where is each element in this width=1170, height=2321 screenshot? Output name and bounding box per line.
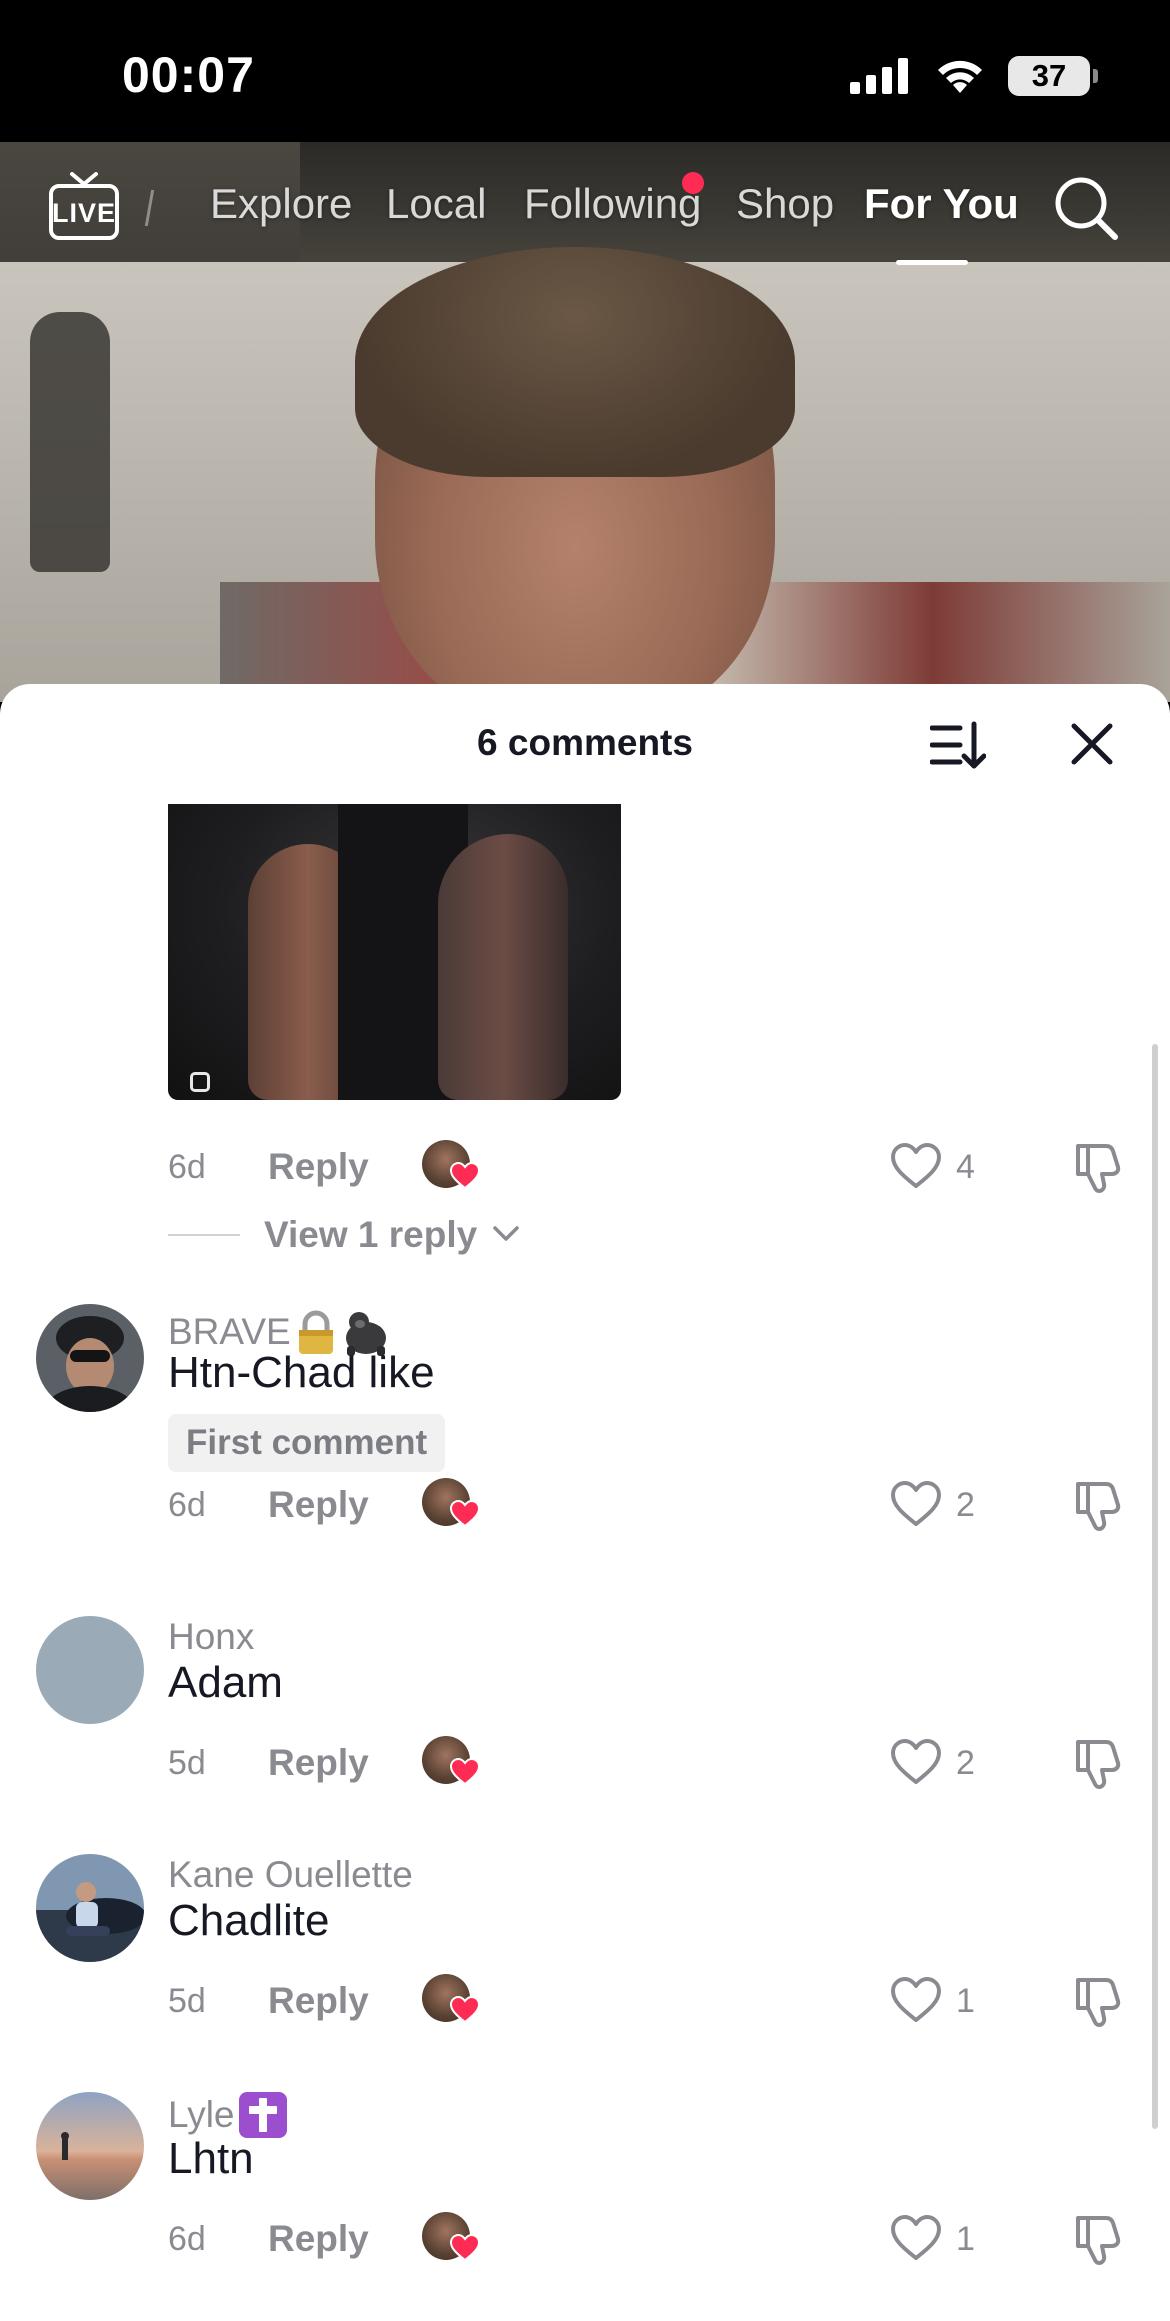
reply-button[interactable]: Reply: [268, 2218, 369, 2260]
creator-heart-icon: [450, 1996, 480, 2024]
active-tab-indicator: [896, 260, 968, 265]
reply-button[interactable]: Reply: [268, 1484, 369, 1526]
comments-count-title: 6 comments: [477, 722, 693, 763]
following-notification-dot: [682, 172, 704, 194]
comment-time: 6d: [168, 1486, 206, 1524]
status-icons: 37: [850, 56, 1098, 96]
tab-for-you[interactable]: For You: [864, 180, 1019, 228]
reply-button[interactable]: Reply: [268, 1980, 369, 2022]
comment-text: Lhtn: [168, 2134, 254, 2183]
like-heart-icon[interactable]: [890, 1480, 942, 1528]
comments-sheet: 6 comments 6d Reply 4 View 1 reply BRAVE…: [0, 684, 1170, 2321]
like-heart-icon[interactable]: [890, 1738, 942, 1786]
chevron-down-icon: [493, 1226, 519, 1241]
like-heart-icon[interactable]: [890, 2214, 942, 2262]
username-text: BRAVE: [168, 1311, 291, 1352]
comment-text: Htn-Chad like: [168, 1348, 435, 1397]
wall-silhouette-art: [30, 312, 110, 572]
creator-heart-icon: [450, 1162, 480, 1190]
comment-username[interactable]: Kane Ouellette: [168, 1854, 413, 1896]
avatar[interactable]: [36, 1304, 144, 1412]
comments-scrollbar[interactable]: [1152, 1044, 1158, 2129]
reply-button[interactable]: Reply: [268, 1146, 369, 1188]
nav-separator: [144, 190, 155, 226]
dislike-icon[interactable]: [1070, 1736, 1124, 1790]
comments-header: 6 comments: [0, 684, 1170, 802]
battery-indicator: 37: [1008, 56, 1098, 96]
tab-explore[interactable]: Explore: [210, 180, 352, 228]
like-heart-icon[interactable]: [890, 1142, 942, 1190]
wifi-icon: [938, 60, 982, 93]
comment-actions-row: 5d Reply 2: [168, 1736, 1128, 1796]
first-comment-badge: First comment: [168, 1414, 446, 1472]
sort-icon[interactable]: [930, 720, 986, 770]
creator-heart-icon: [450, 1500, 480, 1528]
comment-username[interactable]: Lyle: [168, 2092, 287, 2138]
username-text: Honx: [168, 1616, 255, 1657]
avatar-image: [36, 1854, 144, 1962]
dislike-icon[interactable]: [1070, 1140, 1124, 1194]
video-person-hair: [355, 247, 795, 477]
status-time: 00:07: [122, 47, 255, 103]
avatar-image: [36, 1304, 144, 1412]
like-count: 1: [956, 2220, 975, 2258]
tab-local[interactable]: Local: [386, 180, 486, 228]
like-count: 2: [956, 1486, 975, 1524]
avatar[interactable]: [36, 1616, 144, 1724]
comment-actions-row: 6d Reply 2: [168, 1478, 1128, 1538]
comment-text: Chadlite: [168, 1896, 330, 1945]
comment-time: 6d: [168, 2220, 206, 2258]
live-button[interactable]: LIVE: [48, 172, 120, 242]
creator-heart-icon: [450, 2234, 480, 2262]
cellular-signal-icon: [850, 58, 908, 94]
avatar[interactable]: [36, 2092, 144, 2200]
avatar[interactable]: [36, 1854, 144, 1962]
comment-actions-row: 6d Reply 1: [168, 2212, 1128, 2272]
comment-actions-row: 5d Reply 1: [168, 1974, 1128, 2034]
username-text: Kane Ouellette: [168, 1854, 413, 1895]
dislike-icon[interactable]: [1070, 1974, 1124, 2028]
replies-divider: [168, 1234, 240, 1236]
like-count: 4: [956, 1148, 975, 1186]
comment-time: 5d: [168, 1744, 206, 1782]
comment-username[interactable]: Honx: [168, 1616, 254, 1658]
tab-shop[interactable]: Shop: [736, 180, 834, 228]
latin-cross-emoji-icon: [238, 2092, 287, 2138]
live-label: LIVE: [51, 198, 116, 228]
top-navigation: LIVE Explore Local Following Shop For Yo…: [0, 160, 1170, 270]
comment-time: 5d: [168, 1982, 206, 2020]
comment-text: Adam: [168, 1658, 283, 1707]
creator-heart-icon: [450, 1758, 480, 1786]
like-count: 2: [956, 1744, 975, 1782]
comment-time: 6d: [168, 1148, 206, 1186]
reply-button[interactable]: Reply: [268, 1742, 369, 1784]
view-replies-label: View 1 reply: [264, 1214, 478, 1255]
avatar-image: [36, 2092, 144, 2200]
status-bar: 00:07 37: [0, 0, 1170, 142]
dislike-icon[interactable]: [1070, 1478, 1124, 1532]
close-icon[interactable]: [1068, 720, 1116, 768]
username-text: Lyle: [168, 2094, 235, 2135]
like-heart-icon[interactable]: [890, 1976, 942, 2024]
comment-actions-row: 6d Reply 4: [168, 1140, 1128, 1200]
search-icon[interactable]: [1052, 174, 1120, 242]
dislike-icon[interactable]: [1070, 2212, 1124, 2266]
comment-photo-attachment[interactable]: [168, 804, 621, 1100]
photo-arm-right: [438, 834, 568, 1100]
photo-scan-icon: [190, 1072, 210, 1092]
like-count: 1: [956, 1982, 975, 2020]
tab-following[interactable]: Following: [524, 180, 701, 228]
